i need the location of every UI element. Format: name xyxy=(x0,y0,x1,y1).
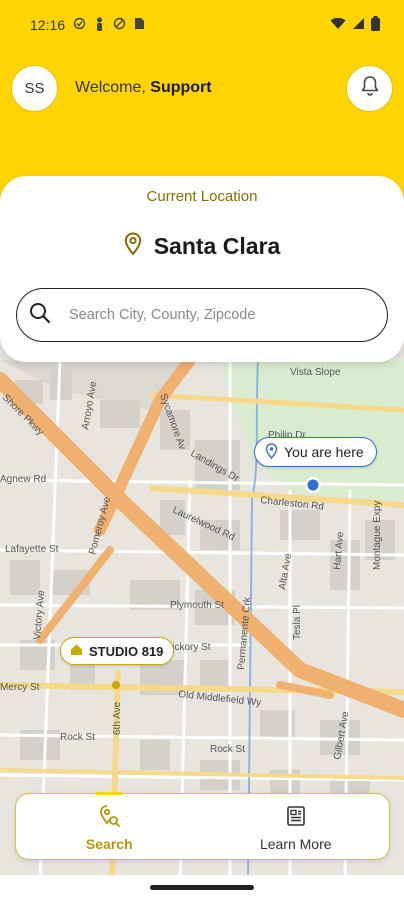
location-pin-icon xyxy=(124,232,142,261)
signal-icon xyxy=(352,17,365,33)
street-label: 6th Ave xyxy=(112,701,123,735)
studio-marker-dot xyxy=(112,681,120,689)
bell-icon xyxy=(360,75,380,102)
street-label: Plymouth St xyxy=(170,600,224,611)
city-row: Santa Clara xyxy=(0,232,404,261)
studio-label: STUDIO 819 xyxy=(89,643,164,659)
status-bar: 12:16 xyxy=(0,0,404,50)
street-label: Montague Expy xyxy=(372,501,383,571)
location-pin-icon xyxy=(265,442,278,462)
location-card: Current Location Santa Clara xyxy=(0,176,404,362)
person-icon xyxy=(94,17,105,34)
battery-icon xyxy=(371,16,380,34)
welcome-message: Welcome, Support xyxy=(75,79,212,97)
wifi-icon xyxy=(330,17,346,33)
user-name: Support xyxy=(150,79,212,96)
street-label: Vista Slope xyxy=(290,367,341,378)
street-label: Tesla Pl xyxy=(292,605,303,640)
nav-learn-more-tab[interactable]: Learn More xyxy=(203,794,390,859)
sim-icon xyxy=(134,17,145,33)
street-label: Agnew Rd xyxy=(0,474,46,485)
avatar[interactable]: SS xyxy=(11,65,58,112)
home-gesture-handle[interactable] xyxy=(150,885,254,890)
map-search-icon xyxy=(97,804,121,831)
sync-icon xyxy=(73,17,86,33)
street-label: Rock St xyxy=(60,732,95,743)
street-label: Rock St xyxy=(210,744,245,755)
street-label: Lafayette St xyxy=(5,544,59,555)
current-location-label: Current Location xyxy=(146,188,258,205)
bottom-nav: Search Learn More xyxy=(15,792,390,860)
you-are-here-marker[interactable]: You are here xyxy=(254,437,377,467)
home-icon xyxy=(70,643,83,659)
notifications-button[interactable] xyxy=(346,65,393,112)
nav-learn-more-label: Learn More xyxy=(259,836,332,852)
search-bar[interactable] xyxy=(16,288,388,342)
street-label: Mercy St xyxy=(0,682,40,693)
document-icon xyxy=(284,804,308,831)
search-input[interactable] xyxy=(69,307,359,323)
you-are-here-label: You are here xyxy=(284,444,364,460)
studio-marker[interactable]: STUDIO 819 xyxy=(60,637,175,665)
welcome-prefix: Welcome, xyxy=(75,79,151,96)
nav-search-tab[interactable]: Search xyxy=(16,792,203,859)
current-location-dot xyxy=(307,479,319,491)
avatar-initials: SS xyxy=(24,80,45,97)
status-time: 12:16 xyxy=(30,17,66,33)
nav-search-label: Search xyxy=(85,836,133,852)
city-name: Santa Clara xyxy=(153,233,281,259)
dnd-icon xyxy=(113,17,126,33)
search-icon xyxy=(29,302,51,329)
